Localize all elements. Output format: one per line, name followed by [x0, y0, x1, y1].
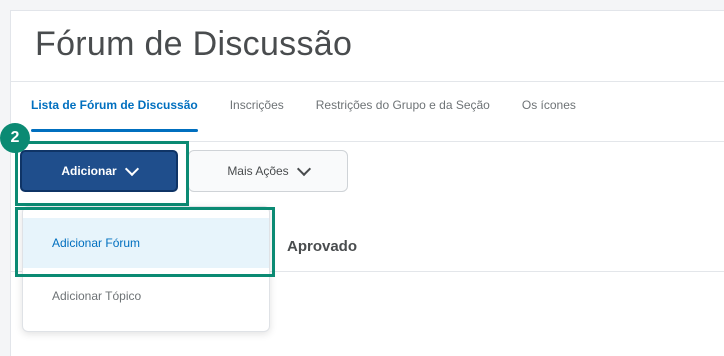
step-badge: 2: [0, 123, 30, 153]
chevron-down-icon: [296, 161, 311, 176]
more-actions-button[interactable]: Mais Ações: [188, 150, 348, 192]
tab-subscriptions[interactable]: Inscrições: [230, 98, 284, 132]
menu-item-label: Adicionar Tópico: [52, 289, 142, 303]
more-actions-label: Mais Ações: [227, 164, 289, 178]
add-dropdown-menu: Adicionar Fórum Adicionar Tópico: [22, 206, 270, 332]
tab-bar: Lista de Fórum de Discussão Inscrições R…: [31, 98, 608, 132]
menu-item-add-topic[interactable]: Adicionar Tópico: [23, 271, 269, 321]
tab-icons[interactable]: Os ícones: [522, 98, 576, 132]
title-divider: [11, 81, 724, 82]
tabs-divider: [11, 141, 724, 142]
tab-discussion-list[interactable]: Lista de Fórum de Discussão: [31, 98, 198, 132]
tab-group-section-restrictions[interactable]: Restrições do Grupo e da Seção: [316, 98, 490, 132]
approved-column-label: Aprovado: [287, 238, 358, 255]
menu-item-add-forum[interactable]: Adicionar Fórum: [23, 218, 269, 268]
add-button-label: Adicionar: [61, 164, 117, 178]
chevron-down-icon: [124, 161, 139, 176]
add-button[interactable]: Adicionar: [20, 150, 178, 192]
page-title: Fórum de Discussão: [35, 25, 353, 63]
menu-item-label: Adicionar Fórum: [52, 236, 141, 250]
